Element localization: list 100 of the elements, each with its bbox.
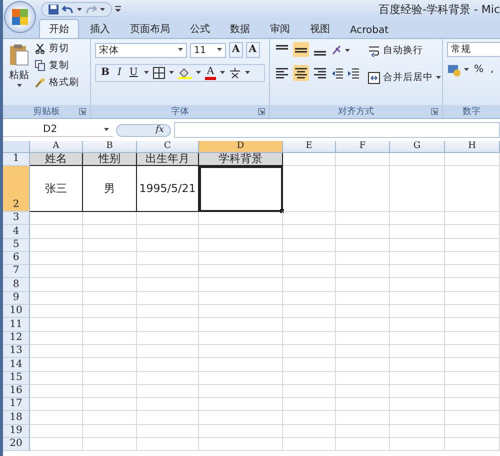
undo-icon[interactable] bbox=[62, 4, 74, 15]
borders-icon[interactable] bbox=[152, 67, 165, 79]
number-format-field[interactable]: 常规 bbox=[447, 42, 500, 57]
caret-icon[interactable] bbox=[245, 71, 250, 75]
column-header[interactable]: F bbox=[336, 141, 390, 153]
table-cell[interactable]: 出生年月 bbox=[137, 153, 199, 166]
caret-icon[interactable] bbox=[464, 68, 469, 72]
table-cell[interactable]: 男 bbox=[83, 166, 137, 212]
office-button[interactable] bbox=[4, 1, 36, 33]
ribbon-tab[interactable]: 数据 bbox=[221, 20, 259, 38]
column-header[interactable]: D bbox=[199, 141, 283, 153]
caret-icon[interactable] bbox=[100, 8, 105, 12]
row-header[interactable]: 10 bbox=[3, 305, 30, 318]
ribbon-command[interactable]: 格式刷 bbox=[35, 76, 79, 89]
font-size-field[interactable]: 11 bbox=[190, 42, 226, 58]
row-header[interactable]: 7 bbox=[3, 265, 30, 278]
formula-input[interactable] bbox=[174, 122, 500, 138]
align-right-icon[interactable] bbox=[313, 66, 327, 80]
row-header[interactable]: 6 bbox=[3, 252, 30, 266]
italic-button[interactable]: I bbox=[115, 66, 124, 80]
accounting-icon[interactable] bbox=[447, 64, 461, 76]
row-header[interactable]: 15 bbox=[3, 372, 30, 385]
wrap-text-button[interactable]: 自动换行 bbox=[368, 44, 441, 57]
table-cell bbox=[83, 318, 137, 332]
caret-icon[interactable] bbox=[436, 76, 441, 80]
caret-icon[interactable] bbox=[16, 84, 22, 88]
fill-handle[interactable] bbox=[280, 209, 284, 213]
table-cell[interactable]: 性别 bbox=[83, 153, 137, 166]
group-label: 剪贴板 bbox=[33, 106, 60, 118]
table-cell[interactable]: 姓名 bbox=[30, 153, 83, 166]
grow-font-button[interactable]: A bbox=[229, 42, 243, 58]
row-header[interactable]: 2 bbox=[3, 166, 30, 212]
caret-icon[interactable] bbox=[77, 8, 82, 12]
column-header[interactable]: A bbox=[30, 141, 83, 153]
ribbon-tab[interactable]: 页面布局 bbox=[121, 20, 179, 38]
row-header[interactable]: 20 bbox=[3, 438, 30, 452]
active-cell[interactable] bbox=[199, 166, 283, 212]
paste-button[interactable]: 粘贴 bbox=[7, 42, 31, 105]
caret-icon[interactable] bbox=[220, 71, 226, 75]
orientation-icon[interactable] bbox=[331, 44, 353, 56]
ribbon-tab[interactable]: 开始 bbox=[39, 19, 79, 38]
dialog-launcher-icon[interactable] bbox=[79, 108, 86, 115]
dialog-launcher-icon[interactable] bbox=[431, 108, 438, 115]
caret-icon[interactable] bbox=[104, 128, 109, 132]
row-header[interactable]: 16 bbox=[3, 384, 30, 398]
caret-icon[interactable] bbox=[217, 48, 222, 52]
comma-button[interactable]: , bbox=[488, 63, 496, 77]
insert-function-button[interactable]: fx bbox=[116, 124, 171, 136]
increase-indent-icon[interactable] bbox=[347, 66, 360, 80]
align-left-icon[interactable] bbox=[275, 66, 289, 80]
font-color-button[interactable]: A bbox=[204, 66, 216, 80]
save-icon[interactable] bbox=[48, 4, 59, 15]
column-header[interactable]: C bbox=[137, 141, 199, 153]
ribbon-tab[interactable]: 插入 bbox=[81, 20, 119, 38]
row-header[interactable]: 12 bbox=[3, 332, 30, 345]
decrease-indent-icon[interactable] bbox=[331, 66, 344, 80]
row-header[interactable]: 17 bbox=[3, 398, 30, 412]
column-header[interactable]: E bbox=[283, 141, 336, 153]
dialog-launcher-icon[interactable] bbox=[258, 108, 265, 115]
column-header[interactable]: B bbox=[83, 141, 137, 153]
row-header[interactable]: 13 bbox=[3, 344, 30, 358]
font-name-field[interactable]: 宋体 bbox=[95, 42, 187, 58]
caret-icon[interactable] bbox=[144, 71, 149, 75]
ribbon-tab[interactable]: 审阅 bbox=[261, 20, 299, 38]
ribbon-tab[interactable]: 公式 bbox=[181, 20, 219, 38]
underline-button[interactable]: U bbox=[127, 66, 140, 80]
table-cell[interactable]: 学科背景 bbox=[199, 153, 283, 166]
align-center-icon[interactable] bbox=[294, 66, 308, 80]
bold-button[interactable]: B bbox=[99, 66, 112, 80]
row-header[interactable]: 14 bbox=[3, 358, 30, 372]
caret-icon[interactable] bbox=[178, 48, 183, 52]
caret-icon[interactable] bbox=[168, 71, 174, 75]
merge-center-button[interactable]: 合并后居中 bbox=[368, 71, 441, 84]
row-header[interactable]: 19 bbox=[3, 424, 30, 438]
ribbon-tab[interactable]: 视图 bbox=[301, 20, 339, 38]
table-cell[interactable]: 张三 bbox=[30, 166, 83, 212]
row-header[interactable]: 11 bbox=[3, 318, 30, 332]
row-header[interactable]: 18 bbox=[3, 411, 30, 425]
table-cell bbox=[137, 305, 199, 318]
row-header[interactable]: 8 bbox=[3, 278, 30, 292]
customize-icon[interactable] bbox=[115, 6, 121, 13]
table-cell[interactable]: 1995/5/21 bbox=[137, 166, 199, 212]
percent-button[interactable]: % bbox=[472, 63, 486, 77]
phonetic-icon[interactable] bbox=[229, 67, 242, 79]
row-header[interactable]: 3 bbox=[3, 212, 30, 226]
name-box[interactable]: D2 bbox=[3, 123, 113, 137]
table-cell bbox=[445, 398, 500, 412]
row-header[interactable]: 1 bbox=[3, 153, 30, 166]
fill-color-icon[interactable] bbox=[178, 67, 192, 79]
ribbon-command[interactable]: 复制 bbox=[35, 59, 79, 72]
row-header[interactable]: 4 bbox=[3, 225, 30, 239]
column-header[interactable]: G bbox=[390, 141, 445, 153]
column-header[interactable]: H bbox=[445, 141, 500, 153]
table-cell bbox=[83, 278, 137, 292]
caret-icon[interactable] bbox=[196, 71, 201, 75]
ribbon-tab[interactable]: Acrobat bbox=[341, 23, 398, 38]
shrink-font-button[interactable]: A bbox=[246, 42, 260, 58]
row-header[interactable]: 9 bbox=[3, 292, 30, 306]
ribbon-command[interactable]: 剪切 bbox=[35, 42, 79, 55]
row-header[interactable]: 5 bbox=[3, 238, 30, 252]
